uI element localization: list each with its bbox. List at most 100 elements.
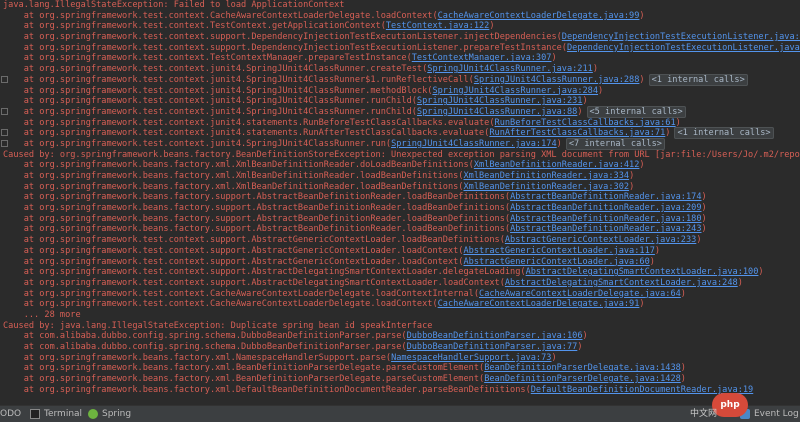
source-link[interactable]: NamespaceHandlerSupport.java:73 [391, 353, 551, 363]
source-link[interactable]: DependencyInjectionTestExecutionListener… [567, 43, 800, 53]
event-log-label: Event Log [754, 409, 799, 419]
source-link[interactable]: TestContextManager.java:307 [412, 53, 552, 63]
close-paren: ) [701, 192, 707, 203]
stack-frame-text: at org.springframework.beans.factory.xml… [23, 181, 464, 192]
source-link[interactable]: SpringJUnit4ClassRunner.java:88 [417, 107, 577, 117]
stack-frame-text: at org.springframework.beans.factory.sup… [23, 224, 511, 235]
php-watermark-badge: php [712, 393, 748, 417]
close-paren: ) [675, 117, 681, 128]
source-link[interactable]: AbstractBeanDefinitionReader.java:174 [510, 192, 701, 202]
spring-tab[interactable]: Spring [88, 406, 131, 422]
stack-frame-text: java.lang.IllegalStateException: Failed … [3, 0, 345, 10]
close-paren: ) [551, 352, 557, 363]
stack-frame-text: at org.springframework.test.context.juni… [23, 117, 495, 128]
close-paren: ) [639, 299, 645, 310]
source-link[interactable]: SpringJUnit4ClassRunner.java:231 [417, 96, 583, 106]
stack-frame-text: at org.springframework.test.context.juni… [23, 128, 490, 139]
stack-frame-text: at org.springframework.test.context.Test… [23, 53, 412, 64]
event-log-tab[interactable]: Event Log [740, 406, 799, 422]
stack-frame-text: at org.springframework.test.context.juni… [23, 74, 474, 85]
fold-gutter-icon[interactable] [1, 75, 8, 83]
close-paren: ) [577, 106, 583, 117]
stack-frame-text: at org.springframework.beans.factory.sup… [23, 192, 511, 203]
source-link[interactable]: TestContext.java:122 [386, 21, 489, 31]
source-link[interactable]: CacheAwareContextLoaderDelegate.java:91 [438, 299, 640, 309]
internal-calls-fold[interactable]: <5 internal calls> [586, 105, 686, 118]
console-line: at org.springframework.beans.factory.sup… [0, 214, 800, 225]
source-link[interactable]: XmlBeanDefinitionReader.java:334 [463, 171, 629, 181]
close-paren: ) [592, 64, 599, 75]
terminal-icon [30, 409, 40, 419]
console-line: at org.springframework.test.context.supp… [0, 257, 800, 268]
console-line: at com.alibaba.dubbo.config.spring.schem… [0, 331, 800, 342]
console-line: java.lang.IllegalStateException: Failed … [0, 0, 800, 11]
internal-calls-fold[interactable]: <1 internal calls> [648, 73, 748, 86]
source-link[interactable]: CacheAwareContextLoaderDelegate.java:64 [479, 289, 681, 299]
close-paren: ) [701, 203, 707, 214]
source-link[interactable]: AbstractGenericContextLoader.java:60 [463, 257, 649, 267]
fold-gutter-icon[interactable] [1, 129, 8, 137]
console-line: at org.springframework.test.context.supp… [0, 267, 800, 278]
source-link[interactable]: DependencyInjectionTestExecutionListener… [562, 32, 800, 42]
stack-frame-text: Caused by: java.lang.IllegalStateExcepti… [3, 320, 433, 331]
close-paren: ) [639, 160, 645, 171]
console-line: at org.springframework.test.context.supp… [0, 235, 800, 246]
source-link[interactable]: AbstractGenericContextLoader.java:233 [505, 235, 696, 245]
source-link[interactable]: DubboBeanDefinitionParser.java:106 [407, 331, 583, 341]
source-link[interactable]: SpringJUnit4ClassRunner.java:174 [391, 139, 557, 149]
source-link[interactable]: AbstractBeanDefinitionReader.java:209 [510, 203, 701, 213]
stack-frame-text: at com.alibaba.dubbo.config.spring.schem… [23, 331, 407, 342]
todo-tab[interactable]: ODO [0, 406, 21, 422]
console-line: at org.springframework.test.context.Test… [0, 21, 800, 32]
stack-frame-text: at org.springframework.beans.factory.xml… [23, 171, 464, 181]
close-paren: ) [696, 235, 702, 246]
console-line: at org.springframework.beans.factory.xml… [0, 385, 800, 396]
stack-frame-text: at org.springframework.test.context.Test… [23, 21, 386, 32]
close-paren: ) [551, 53, 557, 64]
source-link[interactable]: AbstractDelegatingSmartContextLoader.jav… [505, 278, 738, 288]
stack-frame-text: at org.springframework.beans.factory.xml… [23, 363, 485, 374]
source-link[interactable]: AbstractGenericContextLoader.java:117 [463, 246, 654, 256]
source-link[interactable]: XmlBeanDefinitionReader.java:302 [463, 182, 629, 192]
source-link[interactable]: XmlBeanDefinitionReader.java:412 [474, 160, 640, 170]
source-link[interactable]: BeanDefinitionParserDelegate.java:1438 [484, 363, 681, 373]
internal-calls-fold[interactable]: <1 internal calls> [674, 127, 774, 140]
source-link[interactable]: SpringJUnit4ClassRunner.java:211 [427, 64, 593, 74]
stack-frame-text: at org.springframework.test.context.supp… [23, 32, 562, 43]
console-line: at org.springframework.test.context.juni… [0, 86, 800, 97]
source-link[interactable]: RunAfterTestClassCallbacks.java:71 [489, 128, 665, 138]
terminal-tab[interactable]: Terminal [30, 406, 82, 422]
close-paren: ) [680, 363, 686, 374]
close-paren: ) [701, 213, 707, 224]
stack-frame-text: at org.springframework.beans.factory.xml… [23, 384, 531, 395]
run-console[interactable]: java.lang.IllegalStateException: Failed … [0, 0, 800, 405]
source-link[interactable]: SpringJUnit4ClassRunner.java:288 [474, 75, 640, 85]
source-link[interactable]: AbstractBeanDefinitionReader.java:180 [510, 214, 701, 224]
source-link[interactable]: BeanDefinitionParserDelegate.java:1428 [484, 374, 681, 384]
console-line: at org.springframework.test.context.juni… [0, 73, 800, 86]
internal-calls-fold[interactable]: <7 internal calls> [565, 137, 665, 150]
fold-gutter-icon[interactable] [1, 139, 8, 147]
fold-gutter-icon[interactable] [1, 107, 8, 115]
stack-frame-text: at org.springframework.test.context.Cach… [23, 299, 438, 310]
source-link[interactable]: AbstractDelegatingSmartContextLoader.jav… [526, 267, 759, 277]
stack-frame-text: at org.springframework.beans.factory.xml… [23, 374, 485, 385]
console-line: at org.springframework.test.context.supp… [0, 43, 800, 54]
source-link[interactable]: CacheAwareContextLoaderDelegate.java:99 [438, 11, 640, 21]
source-link[interactable]: RunBeforeTestClassCallbacks.java:61 [495, 118, 676, 128]
stack-frame-text: at org.springframework.test.context.supp… [23, 42, 567, 53]
source-link[interactable]: SpringJUnit4ClassRunner.java:284 [432, 86, 598, 96]
console-line: at org.springframework.test.context.Test… [0, 53, 800, 64]
stack-frame-text: at org.springframework.test.context.Cach… [23, 10, 438, 21]
source-link[interactable]: DubboBeanDefinitionParser.java:77 [407, 342, 578, 352]
close-paren: ) [737, 277, 743, 288]
php-watermark-text: php [720, 400, 740, 410]
source-link[interactable]: AbstractBeanDefinitionReader.java:243 [510, 224, 701, 234]
